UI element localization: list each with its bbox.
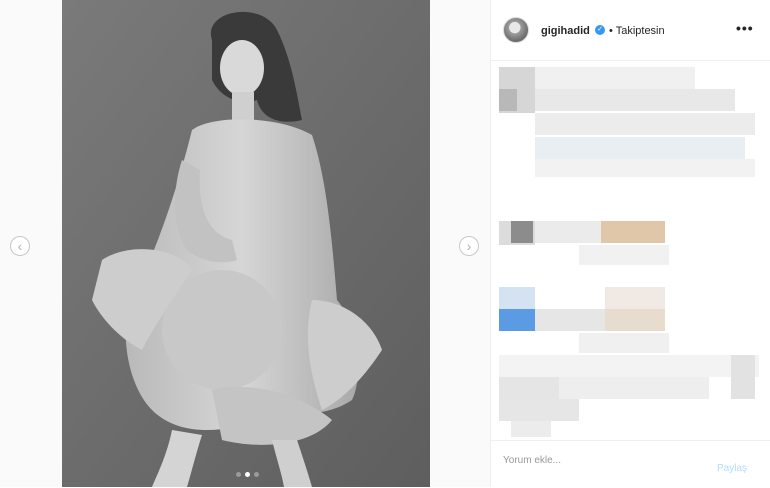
carousel-dot <box>236 472 241 477</box>
carousel-dot <box>254 472 259 477</box>
carousel-next-button[interactable]: › <box>459 236 479 256</box>
chevron-right-icon: › <box>466 238 472 254</box>
username-link[interactable]: gigihadid <box>541 25 590 37</box>
photo-image <box>62 0 430 487</box>
post-sidebar: gigihadid ✓ • Takiptesin ••• Yorum ekle.… <box>490 0 770 487</box>
post-header: gigihadid ✓ • Takiptesin ••• <box>491 0 770 61</box>
post-comment-button[interactable]: Paylaş <box>717 463 747 474</box>
carousel-indicator <box>236 472 259 477</box>
carousel-dot-active <box>245 472 250 477</box>
avatar[interactable] <box>503 17 529 43</box>
carousel-prev-button[interactable]: ‹ <box>10 236 30 256</box>
comment-input[interactable] <box>503 455 683 466</box>
follow-status[interactable]: • Takiptesin <box>609 25 665 37</box>
verified-badge-icon: ✓ <box>595 25 605 35</box>
post-photo[interactable] <box>62 0 430 487</box>
comment-bar: Paylaş <box>491 440 770 488</box>
more-options-icon[interactable]: ••• <box>736 20 754 36</box>
comments-section <box>491 61 770 439</box>
chevron-left-icon: ‹ <box>17 238 23 254</box>
